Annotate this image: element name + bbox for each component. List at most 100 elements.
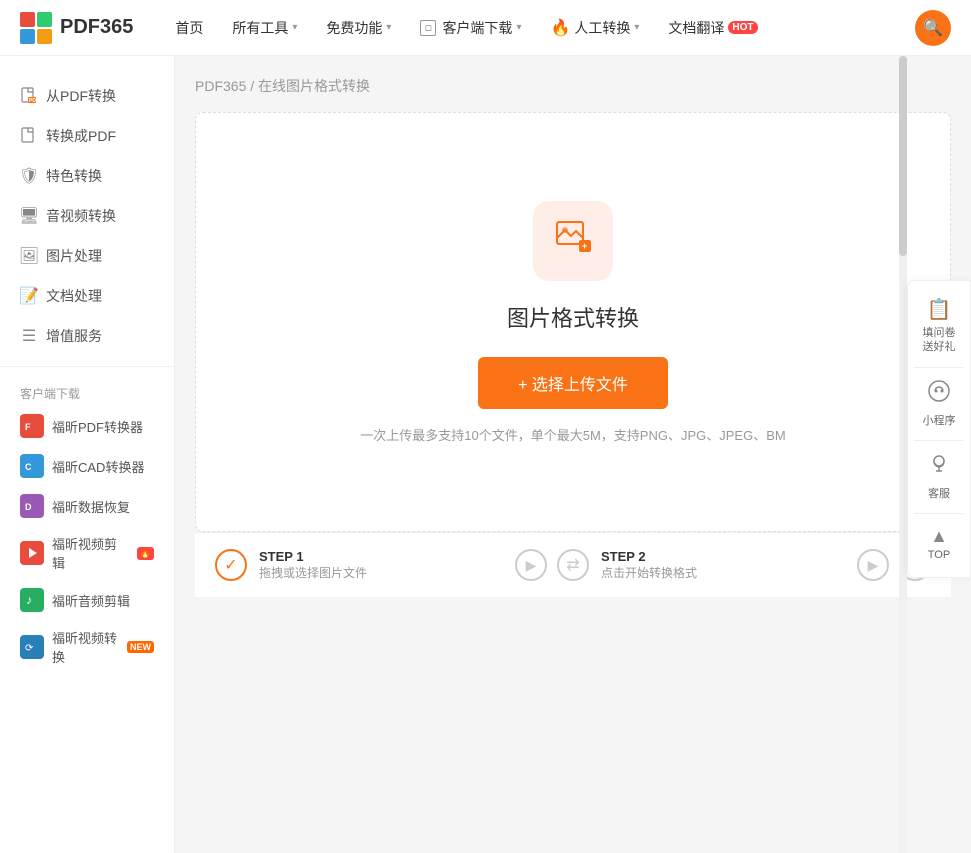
step1-check-icon: ✓ [215, 549, 247, 581]
step-arrow-1: ▶ [515, 549, 547, 581]
logo-icon [20, 12, 52, 44]
sidebar-item-av[interactable]: 🖥 音视频转换 [0, 196, 174, 236]
sidebar-app-cad[interactable]: C 福昕CAD转换器 [0, 446, 174, 486]
video-convert-icon: ⟳ [20, 635, 44, 659]
rp-service-label: 客服 [928, 485, 950, 501]
app-label: 福昕音频剪辑 [52, 591, 130, 610]
app-label: 福昕视频剪辑 [52, 534, 129, 572]
sidebar-app-video-edit[interactable]: 福昕视频剪辑 🔥 [0, 526, 174, 580]
upload-label: + 选择上传文件 [518, 371, 628, 395]
rp-divider2 [914, 440, 964, 441]
sidebar-label: 音视频转换 [46, 206, 116, 226]
list-icon: ☰ [20, 327, 38, 345]
step1-label: STEP 1 [259, 549, 367, 564]
audio-edit-icon: ♪ [20, 588, 44, 612]
nav-home[interactable]: 首页 [163, 12, 215, 44]
sidebar-item-vip[interactable]: ☰ 增值服务 [0, 316, 174, 356]
rp-divider3 [914, 513, 964, 514]
from-pdf-icon: PDF [20, 87, 38, 105]
sidebar: PDF 从PDF转换 转换成PDF 🛡 特色转换 🖥 音视频转换 🖼 图片处理 … [0, 56, 175, 853]
new-badge: NEW [127, 641, 154, 653]
header: PDF365 首页 所有工具 ▾ 免费功能 ▾ □ 客户端下载 ▾ 🔥 人工转换… [0, 0, 971, 56]
rp-survey-label: 填问卷送好礼 [923, 326, 956, 355]
svg-text:♪: ♪ [26, 593, 32, 607]
image-icon: 🖼 [20, 247, 38, 265]
rp-service[interactable]: 客服 [908, 445, 970, 509]
step2-content: STEP 2 点击开始转换格式 [601, 549, 697, 581]
step2-desc: 点击开始转换格式 [601, 564, 697, 581]
right-panel: 📋 填问卷送好礼 小程序 客服 ▲ TOP [907, 280, 971, 578]
step1-desc: 拖拽或选择图片文件 [259, 564, 367, 581]
rp-mini[interactable]: 小程序 [908, 372, 970, 436]
page-wrapper: PDF 从PDF转换 转换成PDF 🛡 特色转换 🖥 音视频转换 🖼 图片处理 … [0, 56, 971, 853]
sidebar-app-video-convert[interactable]: ⟳ 福昕视频转换 NEW [0, 620, 174, 674]
chevron-down-icon: ▾ [516, 22, 521, 33]
sidebar-app-recovery[interactable]: D 福昕数据恢复 [0, 486, 174, 526]
breadcrumb: PDF365 / 在线图片格式转换 [195, 76, 951, 96]
shield-icon: 🛡 [20, 167, 38, 185]
fire-icon: 🔥 [550, 18, 570, 38]
app-label: 福昕视频转换 [52, 628, 119, 666]
step-arrow-2: ▶ [857, 549, 889, 581]
breadcrumb-current: 在线图片格式转换 [258, 78, 370, 94]
step1-content: STEP 1 拖拽或选择图片文件 [259, 549, 367, 581]
to-pdf-icon [20, 127, 38, 145]
foxitpdf-icon: F [20, 414, 44, 438]
search-button[interactable]: 🔍 [915, 10, 951, 46]
hot-badge: HOT [728, 21, 757, 34]
app-label: 福昕数据恢复 [52, 497, 130, 516]
sidebar-label: 文档处理 [46, 286, 102, 306]
sidebar-divider [0, 366, 174, 367]
upload-button[interactable]: + 选择上传文件 [478, 357, 668, 409]
logo-text: PDF365 [60, 16, 133, 39]
sidebar-item-from-pdf[interactable]: PDF 从PDF转换 [0, 76, 174, 116]
rp-divider1 [914, 367, 964, 368]
breadcrumb-root: PDF365 [195, 78, 246, 94]
sidebar-label: 转换成PDF [46, 126, 116, 146]
miniprogram-icon [928, 380, 950, 408]
sidebar-item-to-pdf[interactable]: 转换成PDF [0, 116, 174, 156]
sidebar-label: 从PDF转换 [46, 86, 116, 106]
chevron-down-icon: ▾ [292, 22, 297, 33]
rp-top[interactable]: ▲ TOP [908, 518, 970, 569]
sidebar-section-client: 客户端下载 [0, 377, 174, 406]
app-label: 福昕PDF转换器 [52, 417, 143, 436]
foxitcad-icon: C [20, 454, 44, 478]
scrollbar-track[interactable] [899, 56, 907, 853]
survey-icon: 📋 [927, 297, 952, 322]
sidebar-label: 特色转换 [46, 166, 102, 186]
svg-text:F: F [25, 422, 31, 432]
nav-free[interactable]: 免费功能 ▾ [314, 12, 403, 44]
hot-badge: 🔥 [137, 547, 154, 560]
sidebar-item-special[interactable]: 🛡 特色转换 [0, 156, 174, 196]
step-1: ✓ STEP 1 拖拽或选择图片文件 [215, 549, 505, 581]
service-icon [928, 453, 950, 481]
sidebar-app-foxitpdf[interactable]: F 福昕PDF转换器 [0, 406, 174, 446]
main-nav: 首页 所有工具 ▾ 免费功能 ▾ □ 客户端下载 ▾ 🔥 人工转换 ▾ 文档翻译… [163, 12, 915, 44]
video-edit-icon [20, 541, 44, 565]
sidebar-app-audio-edit[interactable]: ♪ 福昕音频剪辑 [0, 580, 174, 620]
steps-bar: ✓ STEP 1 拖拽或选择图片文件 ▶ ⇄ STEP 2 点击开始转换格式 ▶… [195, 532, 951, 597]
sidebar-label: 图片处理 [46, 246, 102, 266]
recovery-icon: D [20, 494, 44, 518]
rp-top-label: TOP [928, 549, 950, 561]
rp-survey[interactable]: 📋 填问卷送好礼 [908, 289, 970, 363]
svg-text:D: D [25, 502, 32, 512]
main-content: PDF365 / 在线图片格式转换 + 图片格式转换 [175, 56, 971, 853]
top-arrow-icon: ▲ [930, 526, 948, 547]
upload-hint: 一次上传最多支持10个文件，单个最大5M，支持PNG、JPG、JPEG、BM [360, 425, 785, 444]
sidebar-item-image[interactable]: 🖼 图片处理 [0, 236, 174, 276]
scrollbar-thumb[interactable] [899, 56, 907, 256]
chevron-down-icon: ▾ [386, 22, 391, 33]
logo[interactable]: PDF365 [20, 12, 133, 44]
nav-download[interactable]: □ 客户端下载 ▾ [408, 12, 533, 44]
chevron-down-icon: ▾ [634, 22, 639, 33]
sidebar-item-doc[interactable]: 📝 文档处理 [0, 276, 174, 316]
nav-manual[interactable]: 🔥 人工转换 ▾ [538, 12, 651, 44]
nav-tools[interactable]: 所有工具 ▾ [220, 12, 309, 44]
tool-title: 图片格式转换 [507, 301, 639, 333]
svg-text:PDF: PDF [29, 98, 38, 104]
svg-text:C: C [25, 462, 32, 472]
nav-translate[interactable]: 文档翻译 HOT [656, 12, 769, 44]
svg-text:+: + [582, 241, 587, 251]
